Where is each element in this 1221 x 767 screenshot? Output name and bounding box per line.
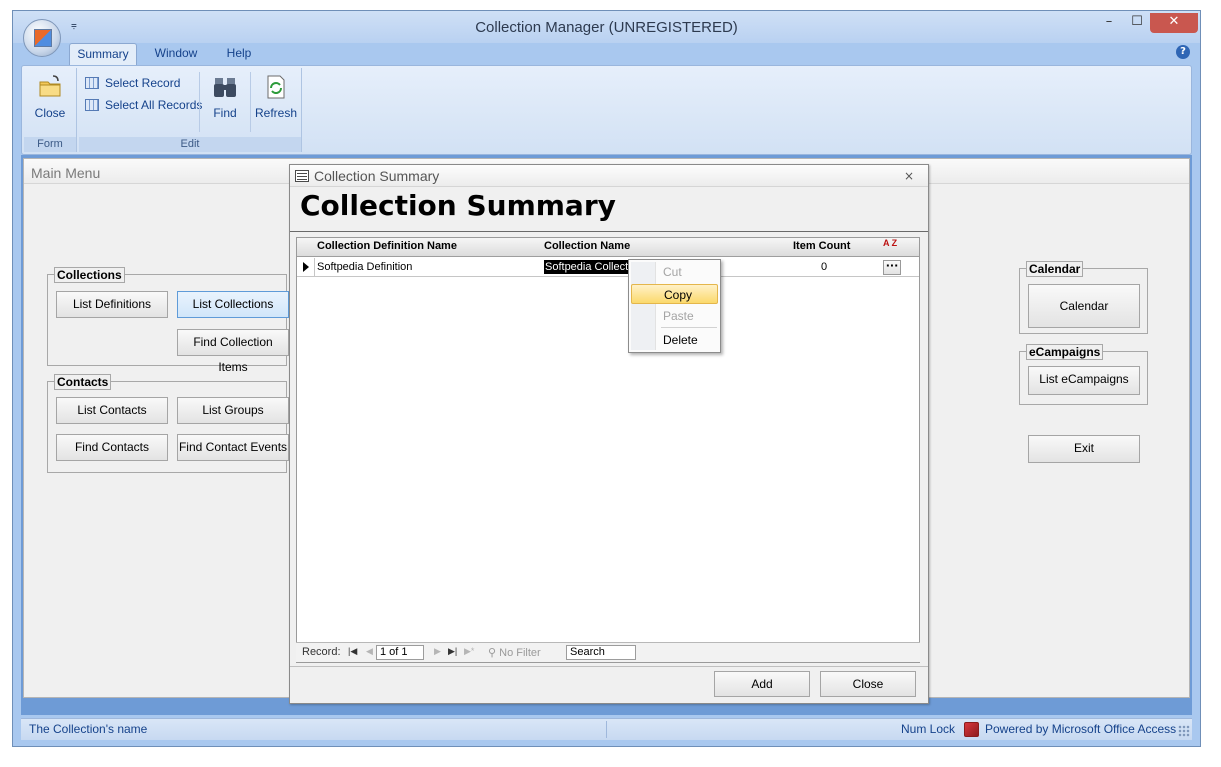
filter-label: No Filter	[499, 647, 541, 659]
record-navigation-bar: Record: |◀ ◀ 1 of 1 ▶ ▶| ▶* ⚲ No Filter …	[296, 642, 920, 662]
filter-icon: ⚲	[488, 647, 500, 659]
office-logo-icon	[34, 29, 52, 47]
select-all-records-button[interactable]: Select All Records	[85, 96, 202, 114]
collections-label: Collections	[54, 267, 125, 283]
num-lock-indicator: Num Lock	[901, 722, 956, 736]
find-contacts-button[interactable]: Find Contacts	[56, 434, 168, 461]
close-button[interactable]: Close	[820, 671, 916, 697]
group-label-edit: Edit	[79, 137, 301, 152]
select-record-icon	[85, 77, 99, 89]
resize-grip-icon[interactable]	[1178, 725, 1190, 737]
list-definitions-button[interactable]: List Definitions	[56, 291, 168, 318]
folder-close-icon	[39, 75, 61, 97]
footer-divider	[290, 666, 928, 667]
refresh-icon	[267, 75, 285, 99]
list-ecampaigns-button[interactable]: List eCampaigns	[1028, 366, 1140, 395]
sort-az-icon[interactable]: A Z	[883, 239, 899, 255]
contacts-label: Contacts	[54, 374, 112, 390]
heading-divider	[290, 231, 928, 232]
find-label: Find	[213, 106, 237, 120]
list-collections-button[interactable]: List Collections	[177, 291, 289, 318]
find-collection-items-button[interactable]: Find Collection Items	[177, 329, 289, 374]
tab-summary[interactable]: Summary	[69, 43, 137, 65]
column-header-item-count[interactable]: Item Count	[793, 240, 850, 252]
main-menu-form: Main Menu Collections List Definitions L…	[23, 158, 1190, 704]
ribbon-separator	[250, 72, 251, 132]
close-window-button[interactable]: ✕	[1150, 13, 1198, 33]
ribbon-group-form: Close Form	[24, 68, 77, 152]
record-position-field[interactable]: 1 of 1	[376, 645, 424, 660]
window-title: Collection Manager (UNREGISTERED)	[475, 19, 738, 36]
exit-button[interactable]: Exit	[1028, 435, 1140, 463]
table-row[interactable]: Softpedia Definition Softpedia Collectio…	[297, 258, 919, 277]
help-icon[interactable]: ?	[1176, 45, 1190, 59]
access-icon	[964, 722, 979, 737]
app-window: ⩦ Collection Manager (UNREGISTERED) – ☐ …	[12, 10, 1201, 747]
record-selector[interactable]	[297, 258, 315, 277]
previous-record-icon[interactable]: ◀	[366, 646, 373, 657]
dialog-close-icon[interactable]: ×	[904, 169, 914, 183]
calendar-button[interactable]: Calendar	[1028, 284, 1140, 328]
calendar-label: Calendar	[1026, 261, 1084, 277]
select-record-button[interactable]: Select Record	[85, 74, 180, 92]
workspace: Main Menu Collections List Definitions L…	[21, 155, 1192, 715]
cell-definition[interactable]: Softpedia Definition	[317, 261, 412, 273]
collection-summary-dialog: Collection Summary × Collection Summary …	[289, 164, 929, 704]
binoculars-icon	[214, 78, 236, 97]
status-message: The Collection's name	[29, 722, 148, 736]
select-all-records-icon	[85, 99, 99, 111]
group-label-form: Form	[24, 137, 76, 152]
datasheet-header: Collection Definition Name Collection Na…	[297, 238, 919, 257]
row-more-button[interactable]: ···	[883, 260, 901, 275]
first-record-icon[interactable]: |◀	[348, 646, 357, 657]
status-bar: The Collection's name Num Lock Powered b…	[21, 718, 1192, 740]
find-button[interactable]: Find	[203, 70, 247, 120]
menu-item-copy[interactable]: Copy	[631, 284, 718, 304]
ribbon-group-edit: Select Record Select All Records Find Re…	[79, 68, 302, 152]
title-bar: ⩦ Collection Manager (UNREGISTERED) – ☐ …	[13, 11, 1200, 43]
add-button[interactable]: Add	[714, 671, 810, 697]
next-record-icon[interactable]: ▶	[434, 646, 441, 657]
powered-by-text: Powered by Microsoft Office Access	[985, 722, 1177, 736]
record-label: Record:	[302, 646, 341, 658]
close-form-label: Close	[34, 106, 66, 120]
new-record-icon[interactable]: ▶*	[464, 646, 474, 657]
menu-item-paste[interactable]: Paste	[631, 306, 718, 326]
menu-item-cut[interactable]: Cut	[631, 262, 718, 282]
column-header-definition[interactable]: Collection Definition Name	[317, 240, 457, 252]
filter-toggle[interactable]: ⚲ No Filter	[488, 646, 541, 659]
collection-datasheet: Collection Definition Name Collection Na…	[296, 237, 920, 663]
refresh-button[interactable]: Refresh	[253, 70, 299, 120]
menu-item-delete[interactable]: Delete	[631, 330, 718, 350]
ribbon-separator	[199, 72, 200, 132]
cell-item-count[interactable]: 0	[821, 261, 827, 273]
find-contact-events-button[interactable]: Find Contact Events	[177, 434, 289, 461]
dialog-heading: Collection Summary	[300, 189, 616, 222]
dialog-title-bar: Collection Summary ×	[290, 165, 928, 187]
maximize-button[interactable]: ☐	[1123, 13, 1151, 33]
column-header-name[interactable]: Collection Name	[544, 240, 630, 252]
minimize-button[interactable]: –	[1095, 13, 1123, 33]
status-separator	[606, 721, 607, 738]
tab-window[interactable]: Window	[145, 43, 207, 65]
tab-help[interactable]: Help	[215, 43, 263, 65]
form-icon	[295, 170, 309, 182]
refresh-label: Refresh	[254, 106, 298, 120]
dialog-title: Collection Summary	[314, 168, 440, 184]
context-menu: Cut Copy Paste Delete	[628, 259, 721, 353]
list-groups-button[interactable]: List Groups	[177, 397, 289, 424]
select-record-label: Select Record	[105, 76, 181, 90]
close-form-button[interactable]: Close	[26, 70, 74, 120]
ecampaigns-label: eCampaigns	[1026, 344, 1104, 360]
search-input[interactable]: Search	[566, 645, 636, 660]
menu-separator	[661, 327, 717, 328]
last-record-icon[interactable]: ▶|	[448, 646, 457, 657]
office-button[interactable]	[23, 19, 61, 57]
list-contacts-button[interactable]: List Contacts	[56, 397, 168, 424]
ribbon: Close Form Select Record Select All Reco…	[21, 65, 1192, 155]
select-all-records-label: Select All Records	[105, 98, 203, 112]
